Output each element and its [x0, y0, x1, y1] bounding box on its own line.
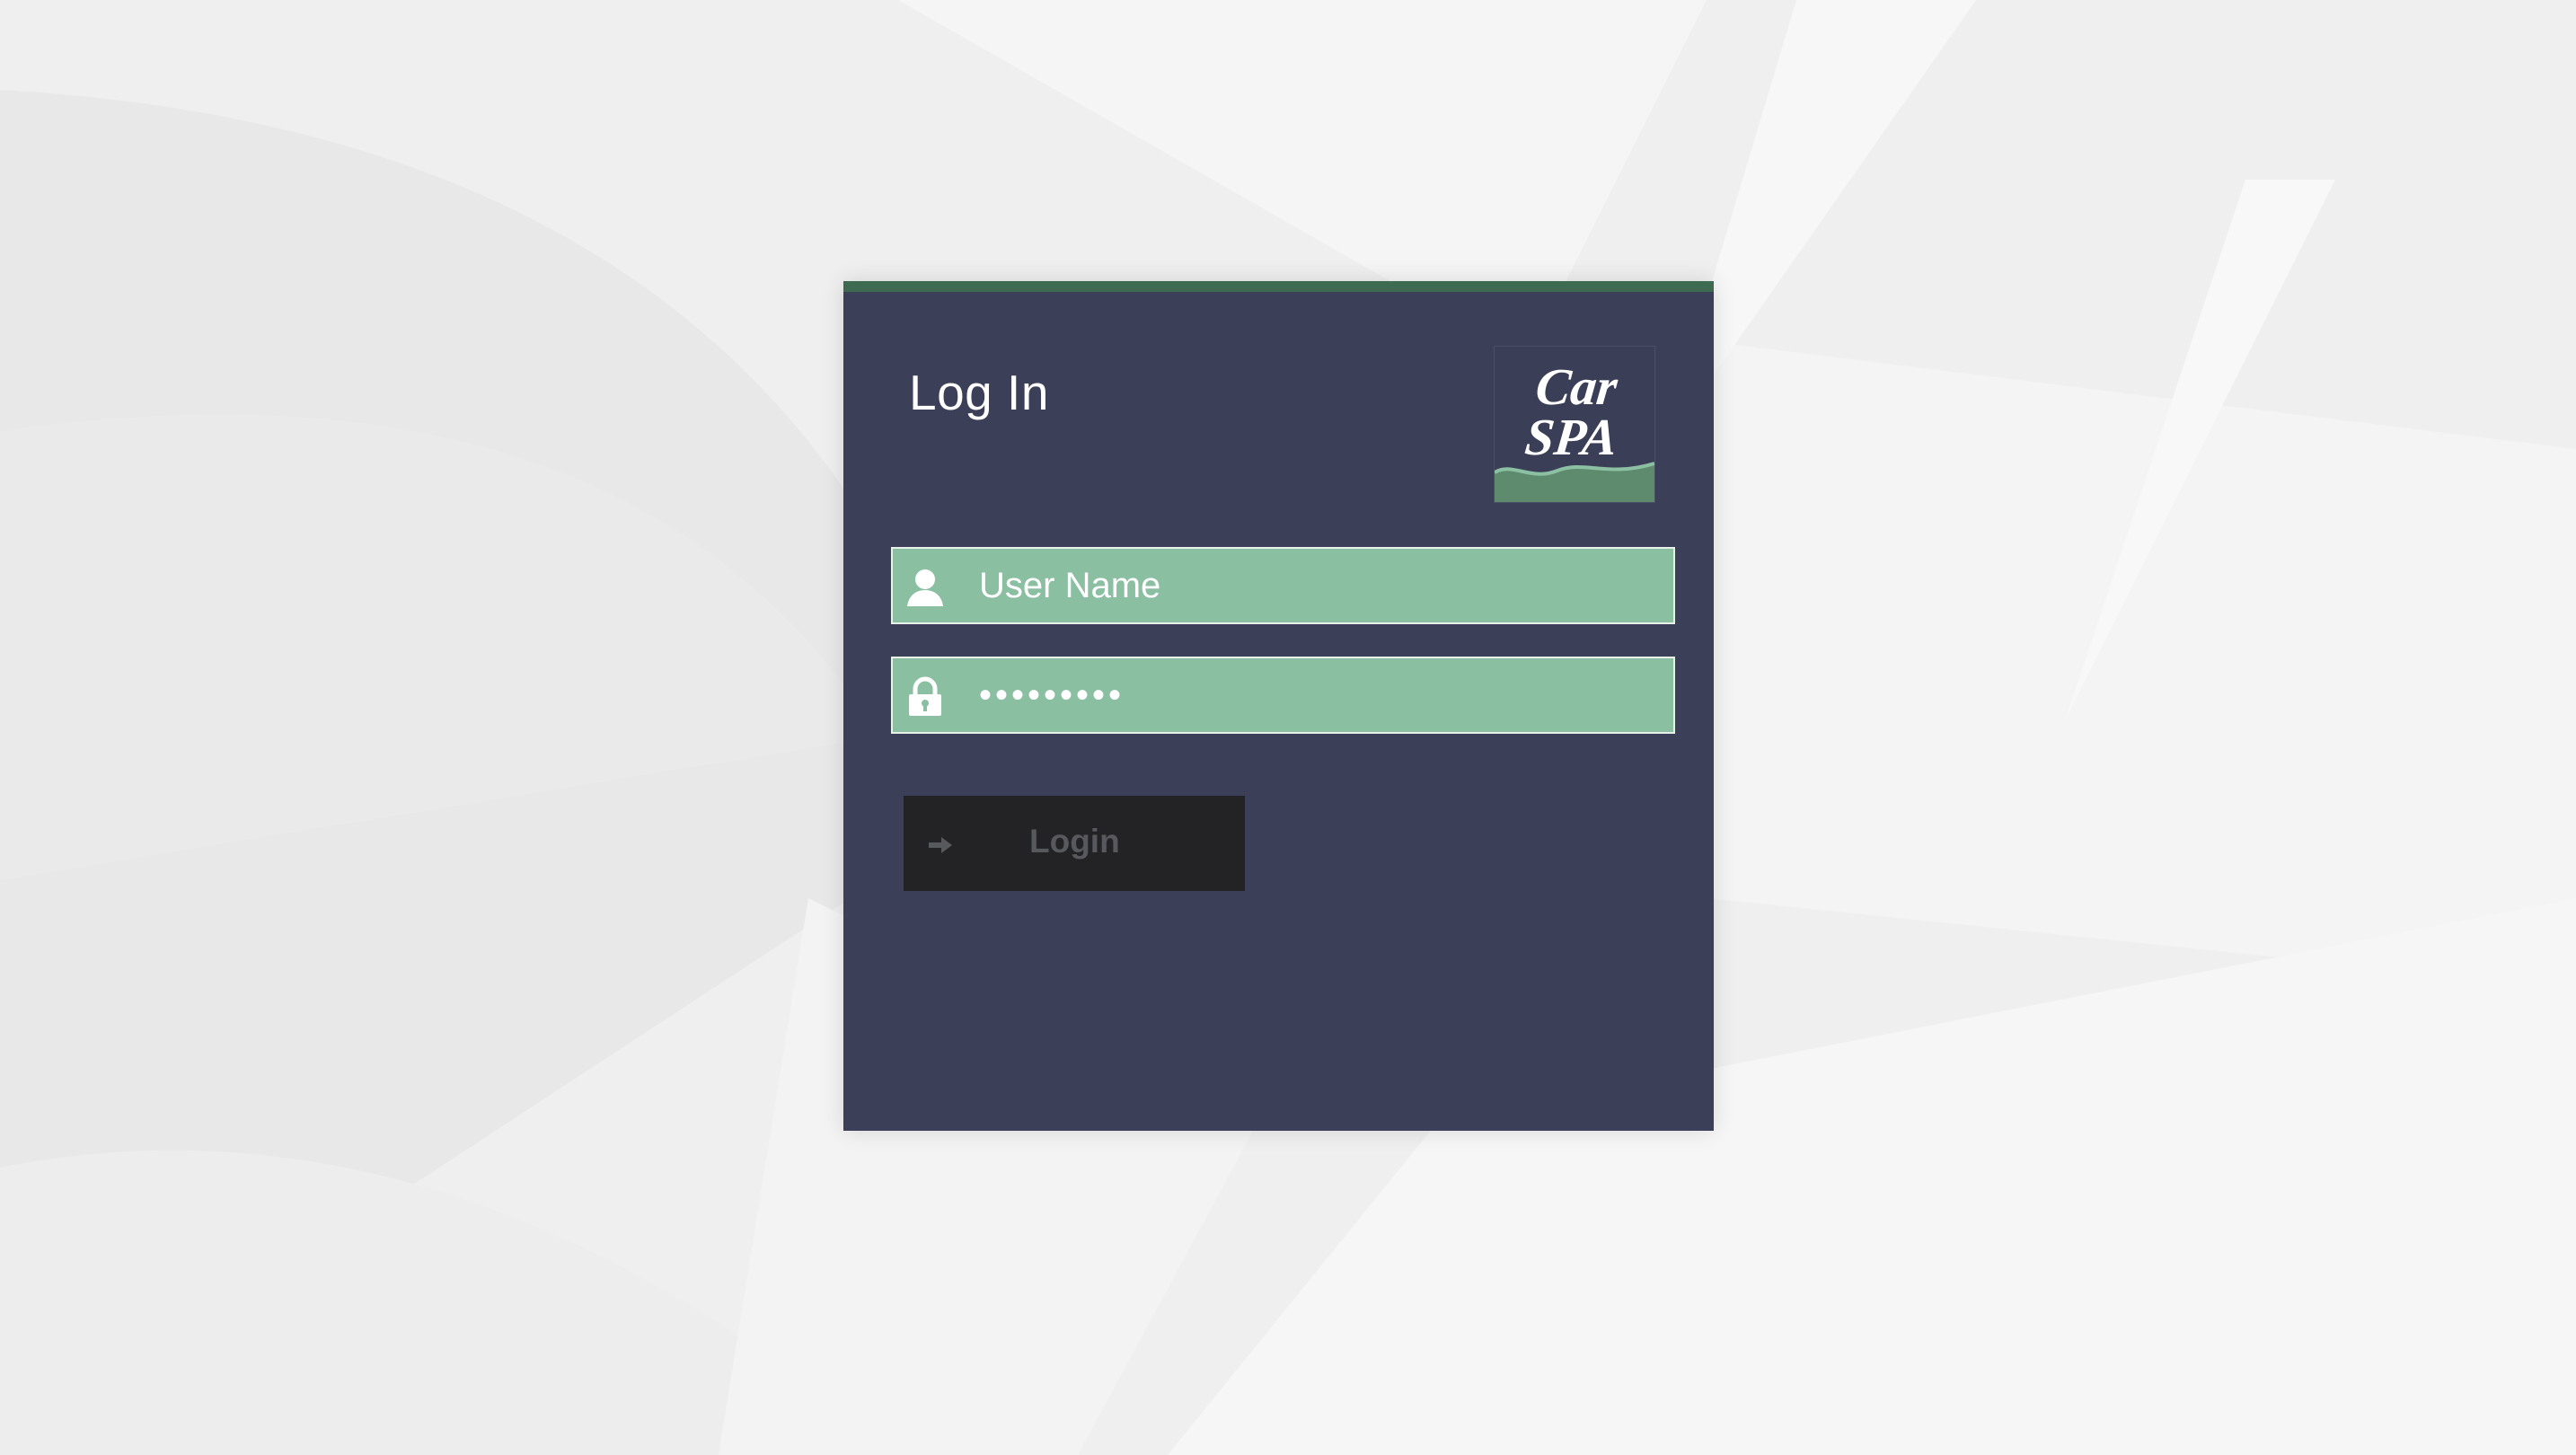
login-button[interactable]: Login [904, 796, 1245, 891]
username-field[interactable] [891, 547, 1675, 624]
lock-icon [909, 676, 941, 716]
sign-in-arrow-icon [929, 837, 952, 853]
login-button-label: Login [1029, 823, 1120, 860]
login-card: Log In Car SPA Login [843, 281, 1714, 1131]
card-accent-bar [843, 281, 1714, 292]
logo-text-spa: SPA [1522, 408, 1620, 466]
password-input[interactable] [979, 658, 1662, 732]
password-field[interactable] [891, 657, 1675, 734]
username-input[interactable] [979, 549, 1662, 622]
page-title: Log In [909, 365, 1049, 420]
car-spa-logo: Car SPA [1494, 346, 1655, 503]
user-icon [907, 569, 943, 606]
